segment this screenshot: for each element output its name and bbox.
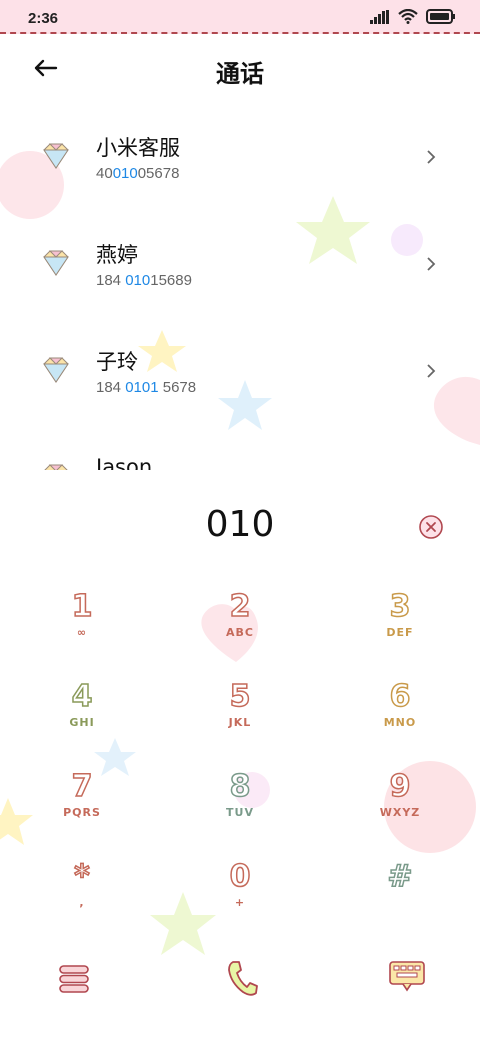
signal-icon	[370, 9, 389, 24]
key-digit: 2	[229, 589, 251, 625]
contact-row[interactable]: 小米客服 4001005678	[0, 110, 480, 210]
contact-row[interactable]: 燕婷 184 01015689	[0, 217, 480, 317]
key-letters: GHI	[69, 716, 95, 729]
header: 通话	[0, 40, 480, 100]
key-digit: 6	[389, 679, 411, 715]
chevron-right-icon[interactable]	[424, 148, 438, 166]
diamond-icon	[43, 357, 69, 383]
dial-display: 010	[0, 500, 480, 560]
status-bar: 2:36	[0, 0, 480, 34]
diamond-icon	[43, 143, 69, 169]
contact-name: 小米客服	[96, 136, 180, 160]
key-letters: ,	[79, 896, 85, 909]
key-letters: MNO	[383, 716, 417, 729]
key-3[interactable]: 3 DEF	[340, 589, 460, 670]
contact-name: 子玲	[96, 350, 138, 374]
status-time: 2:36	[28, 10, 59, 27]
key-8[interactable]: 8 TUV	[180, 769, 300, 850]
key-letters: WXYZ	[379, 806, 421, 819]
key-digit: 8	[229, 769, 251, 805]
menu-icon[interactable]	[57, 962, 91, 996]
key-letters: +	[234, 896, 246, 909]
keyboard-icon[interactable]	[388, 960, 426, 994]
page-title: 通话	[216, 60, 264, 88]
delete-icon[interactable]	[418, 514, 444, 540]
contact-number: 4001005678	[96, 165, 180, 182]
key-5[interactable]: 5 JKL	[180, 679, 300, 760]
contact-row[interactable]: Jason	[0, 431, 480, 470]
key-6[interactable]: 6 MNO	[340, 679, 460, 760]
key-1[interactable]: 1 ∞	[22, 589, 142, 670]
key-letters: PQRS	[63, 806, 101, 819]
key-0[interactable]: 0 +	[180, 859, 300, 940]
key-4[interactable]: 4 GHI	[22, 679, 142, 760]
diamond-icon	[43, 250, 69, 276]
key-digit: 4	[71, 679, 93, 715]
contact-name: Jason	[96, 455, 153, 470]
contact-number: 184 0101 5678	[96, 379, 197, 396]
chevron-right-icon[interactable]	[424, 362, 438, 380]
key-digit: #	[387, 859, 414, 895]
phone-call-icon[interactable]	[225, 958, 259, 998]
key-letters: JKL	[228, 716, 252, 729]
key-letters: ABC	[226, 626, 254, 639]
bottom-bar	[0, 950, 480, 1010]
key-digit: 7	[71, 769, 93, 805]
diamond-icon	[44, 464, 68, 470]
contact-list: 小米客服 4001005678 燕婷 184 01015689 子玲 184 0…	[0, 110, 480, 470]
contact-row[interactable]: 子玲 184 0101 5678	[0, 324, 480, 424]
key-digit: 3	[389, 589, 411, 625]
key-digit: 1	[71, 589, 93, 625]
key-letters: DEF	[386, 626, 414, 639]
key-digit: 9	[389, 769, 411, 805]
battery-icon	[426, 9, 455, 24]
dial-input[interactable]: 010	[0, 504, 480, 545]
key-letters: ∞	[76, 626, 88, 639]
contact-name: 燕婷	[96, 243, 138, 267]
chevron-right-icon[interactable]	[424, 255, 438, 273]
status-icons	[370, 9, 456, 24]
key-digit: *	[73, 859, 90, 895]
key-7[interactable]: 7 PQRS	[22, 769, 142, 850]
key-digit: 0	[229, 859, 251, 895]
key-star[interactable]: *,	[22, 859, 142, 940]
key-digit: 5	[229, 679, 251, 715]
wifi-icon	[398, 9, 418, 24]
key-9[interactable]: 9 WXYZ	[340, 769, 460, 850]
key-2[interactable]: 2 ABC	[180, 589, 300, 670]
key-hash[interactable]: #	[340, 859, 460, 940]
key-letters: TUV	[226, 806, 254, 819]
contact-number: 184 01015689	[96, 272, 192, 289]
